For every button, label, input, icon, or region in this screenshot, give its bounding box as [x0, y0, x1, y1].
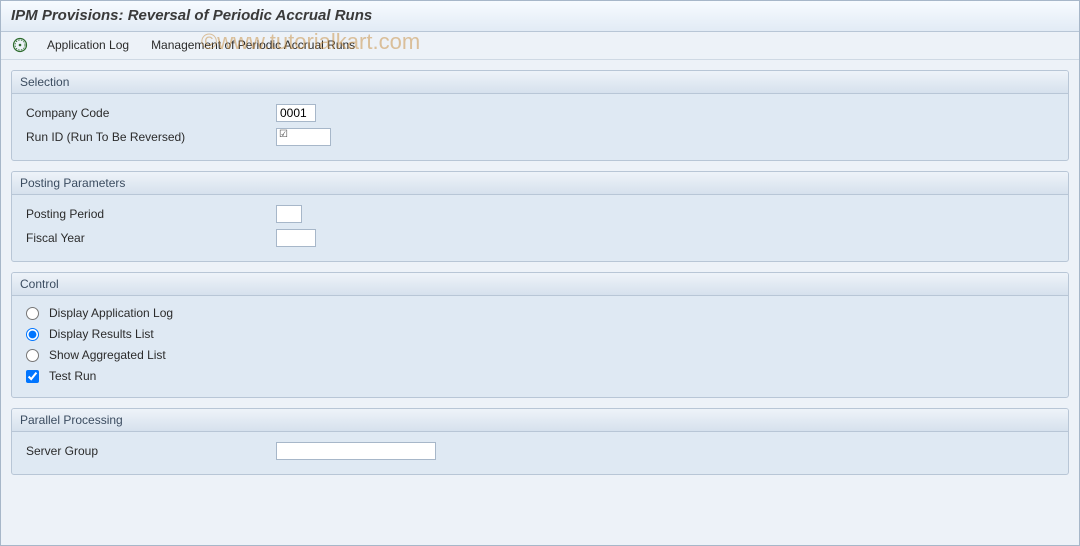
radio-display-results-input[interactable]	[26, 328, 39, 341]
run-id-input[interactable]	[276, 128, 331, 146]
radio-display-results-label: Display Results List	[49, 327, 154, 341]
checkbox-test-run[interactable]: Test Run	[26, 366, 1054, 386]
group-control-header: Control	[12, 273, 1068, 296]
company-code-input[interactable]	[276, 104, 316, 122]
checkbox-test-run-input[interactable]	[26, 370, 39, 383]
group-parallel-processing: Parallel Processing Server Group	[11, 408, 1069, 475]
company-code-label: Company Code	[26, 106, 276, 120]
execute-icon[interactable]	[11, 36, 29, 54]
radio-display-app-log[interactable]: Display Application Log	[26, 303, 1054, 323]
radio-display-app-log-label: Display Application Log	[49, 306, 173, 320]
server-group-input[interactable]	[276, 442, 436, 460]
page-title-text: IPM Provisions: Reversal of Periodic Acc…	[11, 7, 372, 24]
content-area: Selection Company Code Run ID (Run To Be…	[1, 60, 1079, 495]
server-group-label: Server Group	[26, 444, 276, 458]
group-posting-header: Posting Parameters	[12, 172, 1068, 195]
run-id-label: Run ID (Run To Be Reversed)	[26, 130, 276, 144]
group-parallel-header: Parallel Processing	[12, 409, 1068, 432]
group-selection: Selection Company Code Run ID (Run To Be…	[11, 70, 1069, 161]
toolbar-management-runs[interactable]: Management of Periodic Accrual Runs	[147, 36, 359, 54]
group-posting-parameters: Posting Parameters Posting Period Fiscal…	[11, 171, 1069, 262]
group-control: Control Display Application Log Display …	[11, 272, 1069, 398]
posting-period-input[interactable]	[276, 205, 302, 223]
checkbox-test-run-label: Test Run	[49, 369, 96, 383]
page-title: IPM Provisions: Reversal of Periodic Acc…	[1, 1, 1079, 32]
fiscal-year-input[interactable]	[276, 229, 316, 247]
toolbar: Application Log Management of Periodic A…	[1, 32, 1079, 60]
radio-show-aggregated[interactable]: Show Aggregated List	[26, 345, 1054, 365]
radio-display-results[interactable]: Display Results List	[26, 324, 1054, 344]
toolbar-application-log[interactable]: Application Log	[43, 36, 133, 54]
radio-show-aggregated-label: Show Aggregated List	[49, 348, 166, 362]
fiscal-year-label: Fiscal Year	[26, 231, 276, 245]
posting-period-label: Posting Period	[26, 207, 276, 221]
group-selection-header: Selection	[12, 71, 1068, 94]
radio-display-app-log-input[interactable]	[26, 307, 39, 320]
radio-show-aggregated-input[interactable]	[26, 349, 39, 362]
